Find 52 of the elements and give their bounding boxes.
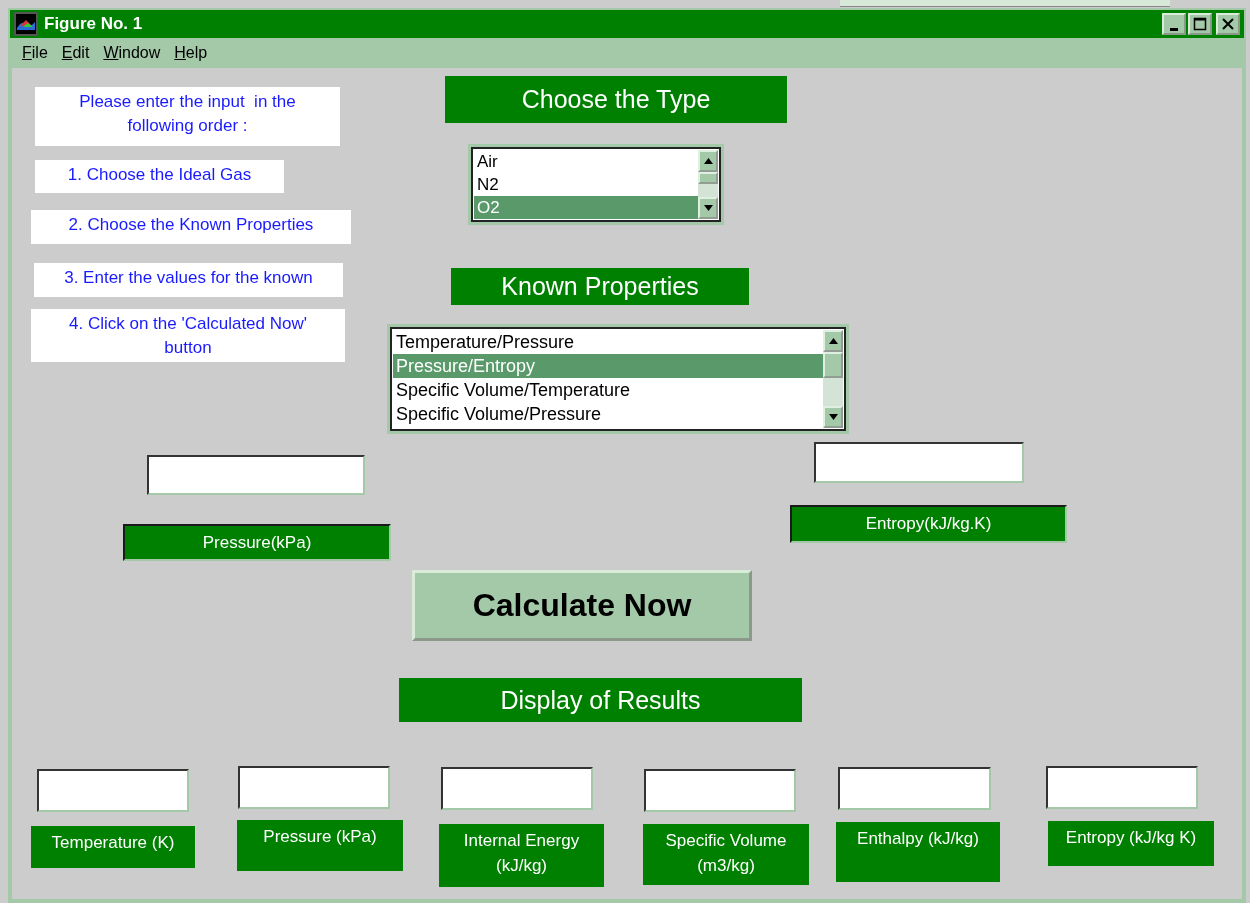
result-label: Temperature (K) — [31, 826, 195, 868]
list-item[interactable]: Specific Volume/Temperature — [393, 378, 823, 402]
instruction-text: 4. Click on the 'Calculated Now' button — [31, 309, 345, 362]
menu-item[interactable]: Window — [103, 44, 161, 62]
scroll-thumb[interactable] — [698, 172, 718, 184]
minimize-button[interactable] — [1162, 13, 1186, 35]
input-field[interactable] — [147, 455, 365, 495]
field-label: Pressure(kPa) — [123, 524, 391, 561]
result-field[interactable] — [1046, 766, 1198, 809]
instruction-text: 1. Choose the Ideal Gas — [35, 160, 284, 193]
window-title: Figure No. 1 — [44, 14, 144, 34]
list-item[interactable]: Temperature/Pressure — [393, 330, 823, 354]
list-item[interactable]: Specific Volume/Pressure — [393, 402, 823, 426]
scrollbar[interactable] — [823, 330, 843, 428]
result-label: Entropy (kJ/kg K) — [1048, 821, 1214, 866]
instruction-text: 2. Choose the Known Properties — [31, 210, 351, 244]
menu-item[interactable]: Help — [174, 44, 208, 62]
gas-listbox[interactable]: Air N2 O2 — [468, 144, 724, 225]
result-field[interactable] — [37, 769, 189, 812]
properties-listbox[interactable]: Temperature/Pressure Pressure/Entropy Specific Volume/Temperature Specific Volume/Pressure — [387, 324, 849, 434]
result-label: Internal Energy (kJ/kg) — [439, 824, 604, 887]
scrollbar[interactable] — [698, 150, 718, 219]
instruction-text: 3. Enter the values for the known — [34, 263, 343, 297]
menu-item[interactable]: File — [22, 44, 48, 62]
menu-item[interactable]: Edit — [61, 44, 90, 62]
section-header: Display of Results — [399, 678, 802, 722]
app-icon — [14, 12, 38, 36]
instruction-text: Please enter the input in the following order : — [35, 87, 340, 146]
minimize-icon — [1170, 27, 1178, 31]
down-arrow-icon — [703, 205, 713, 211]
field-label: Entropy(kJ/kg.K) — [790, 505, 1067, 543]
result-field[interactable] — [441, 767, 593, 810]
up-arrow-icon — [828, 338, 838, 344]
result-field[interactable] — [238, 766, 390, 809]
list-item[interactable]: Air — [474, 150, 698, 173]
calculate-button[interactable]: Calculate Now — [412, 570, 752, 641]
result-label: Specific Volume (m3/kg) — [643, 824, 809, 885]
section-header: Choose the Type — [445, 76, 787, 123]
down-arrow-icon — [828, 414, 838, 420]
up-arrow-icon — [703, 158, 713, 164]
section-header: Known Properties — [451, 268, 749, 305]
close-icon — [1221, 17, 1235, 31]
maximize-icon — [1193, 17, 1207, 31]
close-button[interactable] — [1216, 13, 1240, 35]
result-label: Enthalpy (kJ/kg) — [836, 822, 1000, 882]
result-label: Pressure (kPa) — [237, 820, 403, 871]
input-field[interactable] — [814, 442, 1024, 483]
maximize-button[interactable] — [1188, 13, 1212, 35]
result-field[interactable] — [644, 769, 796, 812]
list-item[interactable]: N2 — [474, 173, 698, 196]
result-field[interactable] — [838, 767, 991, 810]
scroll-thumb[interactable] — [823, 352, 843, 378]
